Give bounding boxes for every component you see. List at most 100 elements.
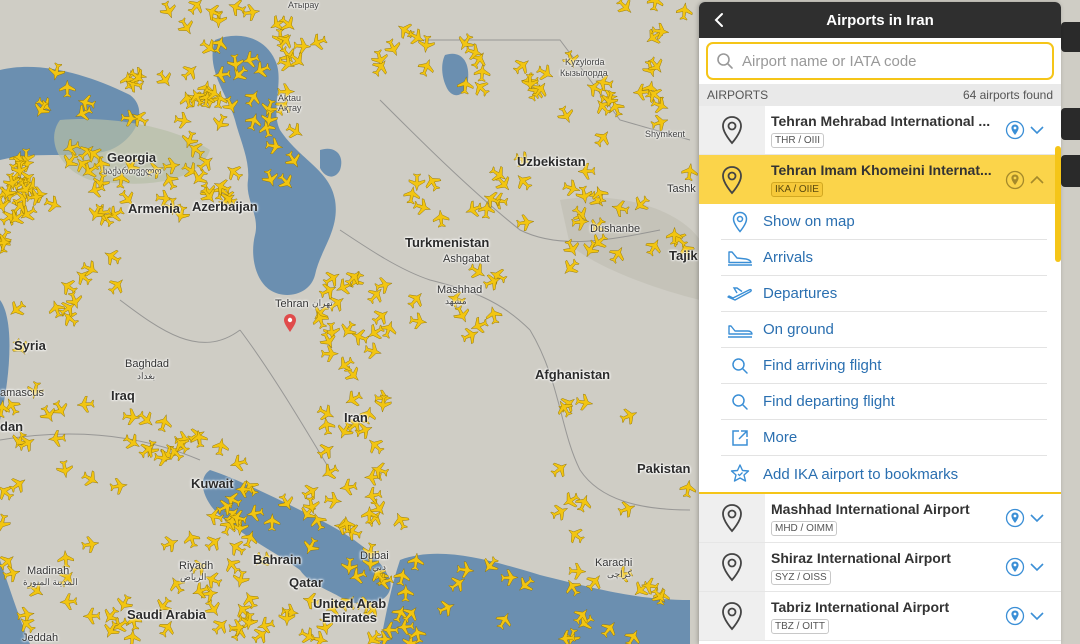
airport-row[interactable]: Tehran Mehrabad International ... THR / … [699, 106, 1061, 155]
map-label-karachi-native: كراچی [607, 569, 632, 579]
map-label-riyadh-native: الرياض [180, 572, 207, 582]
airport-name: Tabriz International Airport [771, 598, 950, 615]
map-label-saudi: Saudi Arabia [127, 607, 206, 622]
selected-airport-marker-dot [287, 317, 293, 323]
airport-list: Tehran Mehrabad International ... THR / … [699, 106, 1061, 641]
airport-search-input[interactable] [742, 52, 1032, 70]
panel-header: Airports in Iran [699, 2, 1061, 38]
map-label-tashkent: Tashk [667, 183, 696, 195]
map-label-tajik: Tajik [669, 248, 698, 263]
map-control-button[interactable] [1061, 22, 1080, 52]
map-label-atyrau: Атырау [288, 0, 319, 10]
map-label-jeddah: Jeddah [22, 632, 59, 644]
map-label-damascus: amascus [0, 387, 45, 399]
location-pin-icon [720, 115, 744, 145]
map-label-kuwait: Kuwait [191, 476, 234, 491]
map-label-shymkent: Shymkent [645, 129, 686, 139]
map-label-tehran-native: تهران [312, 298, 333, 308]
airport-name: Shiraz International Airport [771, 549, 951, 566]
airport-row[interactable]: Mashhad International Airport MHD / OIMM [699, 494, 1061, 543]
map-label-kyzylorda: Kyzylorda [565, 57, 605, 67]
airport-name: Mashhad International Airport [771, 500, 970, 517]
map-label-dubai-native: دبي [372, 562, 387, 572]
map-label-uzbekistan: Uzbekistan [517, 154, 586, 169]
airport-code-badge: THR / OIII [771, 132, 824, 148]
arrivals-icon [717, 250, 763, 266]
search-icon [716, 52, 734, 70]
airport-name: Tehran Mehrabad International ... [771, 112, 991, 129]
chevron-down-icon[interactable] [1029, 510, 1045, 526]
menu-item-show-on-map[interactable]: Show on map [721, 204, 1047, 240]
bookmark-icon [717, 463, 763, 485]
chevron-down-icon[interactable] [1029, 122, 1045, 138]
map-label-mashhad: Mashhad [437, 284, 483, 296]
location-pin-icon [720, 165, 744, 195]
map-control-button[interactable] [1061, 155, 1080, 187]
airports-section-bar: AIRPORTS 64 airports found [699, 84, 1061, 106]
airport-row[interactable]: Tabriz International Airport TBZ / OITT [699, 592, 1061, 641]
map-label-armenia: Armenia [128, 201, 181, 216]
airport-code-badge: IKA / OIIE [771, 182, 823, 197]
back-arrow-icon[interactable] [707, 8, 731, 32]
map-label-bahrain: Bahrain [253, 552, 302, 567]
show-on-map-icon[interactable] [1005, 606, 1025, 626]
chevron-down-icon[interactable] [1029, 608, 1045, 624]
panel-title: Airports in Iran [826, 11, 934, 29]
menu-item-departures[interactable]: Departures [721, 276, 1047, 312]
map-label-qatar: Qatar [289, 575, 323, 590]
map-label-iraq: Iraq [111, 388, 135, 403]
search-box[interactable] [706, 42, 1054, 80]
menu-item-add-bookmark[interactable]: Add IKA airport to bookmarks [721, 456, 1047, 492]
airport-row[interactable]: Shiraz International Airport SYZ / OISS [699, 543, 1061, 592]
search-icon [717, 393, 763, 411]
map-label-karachi: Karachi [595, 557, 633, 569]
map-label-riyadh: Riyadh [179, 560, 214, 572]
menu-item-find-arriving-flight[interactable]: Find arriving flight [721, 348, 1047, 384]
airport-code-badge: SYZ / OISS [771, 569, 831, 585]
map-label-jordan: dan [0, 419, 24, 434]
show-on-map-icon[interactable] [1005, 508, 1025, 528]
airport-name: Tehran Imam Khomeini Internat... [771, 162, 992, 178]
map-label-medina-native: المدينة المنورة [23, 577, 78, 587]
panel-scrollbar[interactable] [1055, 146, 1061, 262]
show-on-map-icon[interactable] [1005, 557, 1025, 577]
map-label-afghanistan: Afghanistan [535, 367, 611, 382]
menu-item-arrivals[interactable]: Arrivals [721, 240, 1047, 276]
airport-row-selected[interactable]: Tehran Imam Khomeini Internat... IKA / O… [699, 155, 1061, 204]
airport-code-badge: MHD / OIMM [771, 520, 838, 536]
menu-item-find-departing-flight[interactable]: Find departing flight [721, 384, 1047, 420]
external-link-icon [717, 428, 763, 448]
airports-count: 64 airports found [962, 88, 1053, 102]
map-label-uae-1: United Arab [313, 596, 387, 611]
show-on-map-icon[interactable] [1005, 120, 1025, 140]
show-on-map-icon[interactable] [1005, 170, 1025, 190]
map-label-dubai: Dubai [360, 550, 389, 562]
map-label-kyzylorda-native: Кызылорда [560, 68, 608, 78]
chevron-up-icon[interactable] [1029, 172, 1045, 188]
map-label-uae-2: Emirates [322, 610, 377, 625]
airport-actions-menu: Show on map Arrivals Departures On groun… [699, 204, 1061, 494]
map-label-pakistan: Pakistan [637, 461, 691, 476]
location-pin-icon [720, 601, 744, 631]
map-label-syria: Syria [14, 338, 46, 353]
chevron-down-icon[interactable] [1029, 559, 1045, 575]
map-label-turkmenistan: Turkmenistan [405, 235, 490, 250]
map-label-georgia-native: საქართველო [103, 166, 162, 176]
map-label-azerbaijan: Azerbaijan [192, 199, 258, 214]
map-label-ashgabat: Ashgabat [443, 253, 490, 265]
map-label-mashhad-native: مشهد [445, 296, 467, 306]
section-label: AIRPORTS [707, 88, 769, 102]
map-label-aktau-native: Ақтау [278, 103, 302, 113]
menu-item-more[interactable]: More [721, 420, 1047, 456]
map-control-button[interactable] [1061, 108, 1080, 140]
map-label-dushanbe: Dushanbe [590, 223, 641, 235]
departures-icon [717, 286, 763, 302]
location-pin-icon [720, 552, 744, 582]
map-label-iran: Iran [344, 410, 368, 425]
airport-code-badge: TBZ / OITT [771, 618, 829, 634]
map-label-aktau: Aktau [278, 93, 302, 103]
menu-item-on-ground[interactable]: On ground [721, 312, 1047, 348]
map-label-tehran: Tehran [275, 298, 309, 310]
location-pin-icon [720, 503, 744, 533]
on-ground-icon [717, 322, 763, 338]
